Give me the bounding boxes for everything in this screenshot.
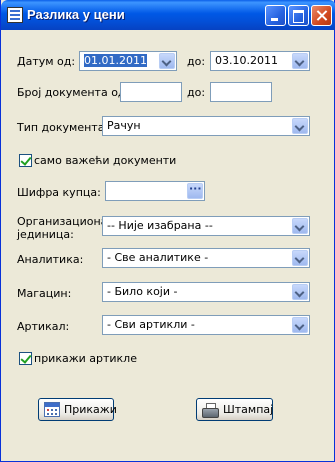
org-unit-label-line1: Организациона — [17, 215, 108, 228]
calendar-icon — [44, 402, 60, 417]
article-select[interactable]: - Сви артикли - — [102, 315, 310, 335]
show-button-label: Прикажи — [64, 403, 117, 416]
only-valid-label: само важећи документи — [34, 154, 177, 167]
show-articles-checkbox[interactable] — [19, 352, 32, 365]
dialog-window: Разлика у цени Датум од: 01.01.2011 до: … — [0, 0, 335, 462]
show-articles-label: прикажи артикле — [34, 352, 137, 365]
doc-type-value: Рачун — [107, 119, 141, 132]
warehouse-value: - Било који - — [107, 285, 178, 298]
browse-icon[interactable] — [187, 182, 203, 199]
analytics-dropdown-icon[interactable] — [292, 250, 308, 266]
window-title: Разлика у цени — [27, 7, 125, 22]
article-value: - Сви артикли - — [107, 318, 195, 331]
minimize-button[interactable] — [265, 5, 286, 26]
print-button-label: Штампај — [223, 403, 274, 416]
org-unit-label-line2: јединица: — [17, 228, 74, 241]
window-icon — [7, 7, 23, 23]
title-bar[interactable]: Разлика у цени — [1, 0, 335, 30]
date-from-dropdown-icon[interactable] — [159, 53, 175, 69]
print-button[interactable]: Штампај — [196, 398, 273, 421]
doc-number-to-label: до: — [187, 86, 206, 99]
doc-number-from-label: Број документа од: — [17, 86, 130, 99]
article-label: Артикал: — [17, 320, 70, 333]
buyer-code-label: Шифра купца: — [17, 186, 101, 199]
org-unit-select[interactable]: -- Није изабрана -- — [102, 216, 310, 236]
date-to-dropdown-icon[interactable] — [292, 53, 308, 69]
date-to-label: до: — [187, 55, 206, 68]
analytics-label: Аналитика: — [17, 253, 84, 266]
org-unit-dropdown-icon[interactable] — [292, 218, 308, 234]
date-from-field[interactable]: 01.01.2011 — [79, 51, 177, 71]
analytics-select[interactable]: - Све аналитике - — [102, 248, 310, 268]
article-dropdown-icon[interactable] — [292, 317, 308, 333]
org-unit-value: -- Није изабрана -- — [107, 219, 213, 232]
doc-type-select[interactable]: Рачун — [102, 116, 310, 136]
date-to-field[interactable]: 03.10.2011 — [210, 51, 310, 71]
show-button[interactable]: Прикажи — [38, 398, 117, 421]
doc-number-to-input[interactable] — [210, 82, 272, 102]
close-button[interactable] — [311, 5, 332, 26]
date-to-value: 03.10.2011 — [215, 54, 278, 67]
maximize-button[interactable] — [288, 5, 309, 26]
doc-type-dropdown-icon[interactable] — [292, 118, 308, 134]
doc-number-from-input[interactable] — [120, 82, 182, 102]
buyer-code-input[interactable] — [105, 181, 205, 201]
date-from-label: Датум од: — [17, 55, 76, 68]
date-from-value: 01.01.2011 — [84, 54, 147, 67]
warehouse-dropdown-icon[interactable] — [292, 284, 308, 300]
only-valid-checkbox[interactable] — [19, 154, 32, 167]
analytics-value: - Све аналитике - — [107, 251, 209, 264]
warehouse-label: Магацин: — [17, 287, 72, 300]
printer-icon — [202, 403, 219, 418]
warehouse-select[interactable]: - Било који - — [102, 282, 310, 302]
doc-type-label: Тип документа: — [17, 121, 109, 134]
